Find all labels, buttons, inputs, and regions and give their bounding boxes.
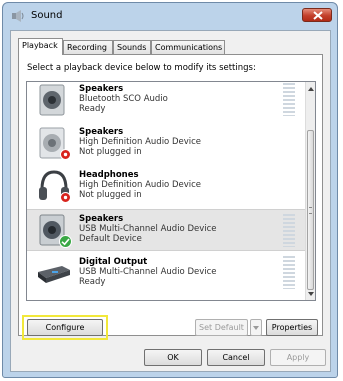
device-description: High Definition Audio Device [79,137,202,147]
device-status: Not plugged in [79,147,142,157]
device-description: USB Multi-Channel Audio Device [79,224,217,234]
device-status: Default Device [79,234,142,244]
device-name: Speakers [79,84,124,94]
device-item[interactable]: Digital Output USB Multi-Channel Audio D… [27,253,305,293]
scroll-down-icon[interactable] [307,289,315,299]
device-name: Speakers [79,214,124,224]
device-status: Ready [79,104,106,114]
device-description: High Definition Audio Device [79,180,202,190]
digital-output-icon [38,266,70,283]
tab-communications[interactable]: Communications [151,40,225,54]
close-button[interactable] [302,8,332,22]
dialog-client: Playback Recording Sounds Communications… [10,30,331,372]
scroll-up-icon[interactable] [307,84,315,94]
configure-button[interactable]: Configure [27,319,103,336]
title-bar[interactable]: Sound [3,3,337,29]
set-default-dropdown[interactable] [250,319,262,336]
cancel-button[interactable]: Cancel [207,349,265,366]
playback-panel: Select a playback device below to modify… [18,54,323,340]
volume-meter [283,256,295,289]
tab-sounds[interactable]: Sounds [113,40,151,54]
device-status: Not plugged in [79,190,142,200]
device-name: Speakers [79,127,124,137]
not-plugged-icon [60,192,71,203]
scroll-grip-icon [309,207,312,214]
window-title: Sound [31,10,63,21]
set-default-button[interactable]: Set Default [195,319,248,336]
device-item[interactable]: Speakers High Definition Audio Device No… [27,123,305,163]
volume-meter [283,83,295,116]
tab-playback[interactable]: Playback [18,38,63,55]
scroll-thumb[interactable] [307,130,314,290]
sound-dialog: Sound Playback Recording Sounds Communic… [2,2,338,378]
close-icon [313,11,323,20]
not-plugged-icon [60,149,71,160]
device-name: Digital Output [79,257,148,267]
apply-button[interactable]: Apply [270,349,326,366]
instruction-text: Select a playback device below to modify… [27,63,256,73]
device-name: Headphones [79,170,139,180]
properties-button[interactable]: Properties [266,319,318,336]
default-check-icon [59,235,72,248]
device-description: Bluetooth SCO Audio [79,94,168,104]
ok-button[interactable]: OK [144,349,202,366]
device-status: Ready [79,277,106,287]
device-list-scrollbar[interactable] [305,82,315,300]
sound-app-icon [12,10,24,22]
device-item[interactable]: Speakers Bluetooth SCO Audio Ready [27,82,305,120]
chevron-down-icon [253,326,259,330]
device-list[interactable]: Speakers Bluetooth SCO Audio Ready Speak… [26,81,316,301]
speaker-icon [39,84,65,116]
volume-meter [283,214,295,247]
tab-recording[interactable]: Recording [63,40,113,54]
device-item-selected[interactable]: Speakers USB Multi-Channel Audio Device … [27,209,305,251]
device-item[interactable]: Headphones High Definition Audio Device … [27,166,305,206]
device-description: USB Multi-Channel Audio Device [79,267,217,277]
